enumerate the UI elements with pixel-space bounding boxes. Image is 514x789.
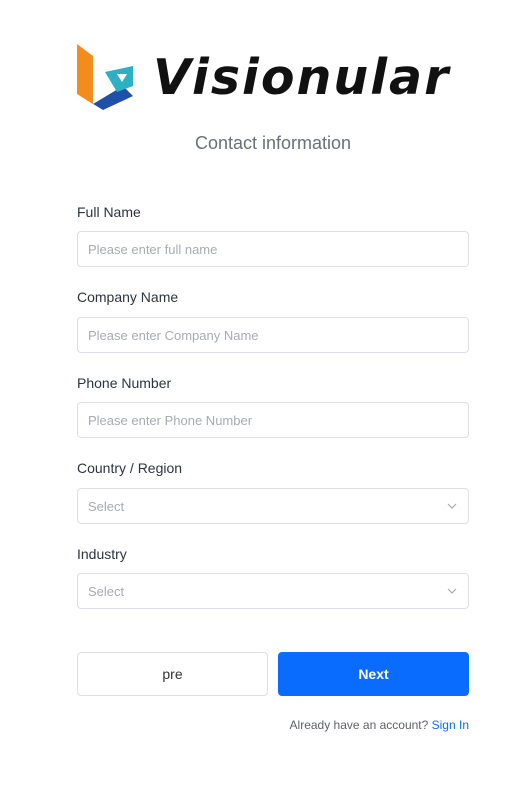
industry-selected-value: Select — [88, 583, 125, 599]
company-name-input[interactable] — [77, 317, 469, 353]
country-region-selected-value: Select — [88, 498, 125, 514]
brand-logo: Visionular — [77, 44, 469, 110]
full-name-label: Full Name — [77, 204, 141, 220]
already-have-account-text: Already have an account? — [289, 718, 429, 732]
full-name-input[interactable] — [77, 231, 469, 267]
company-name-label: Company Name — [77, 289, 179, 305]
pre-button[interactable]: pre — [77, 652, 268, 696]
phone-number-input[interactable] — [77, 402, 469, 438]
page-subtitle: Contact information — [194, 133, 352, 153]
industry-label: Industry — [77, 546, 127, 562]
sign-in-prompt: Already have an account? Sign In — [290, 718, 469, 732]
industry-select[interactable]: Select — [77, 573, 469, 609]
chevron-down-icon — [447, 588, 457, 594]
sign-in-link[interactable]: Sign In — [432, 718, 469, 732]
phone-number-label: Phone Number — [77, 375, 172, 391]
visionular-logo-mark-icon — [77, 44, 133, 110]
brand-wordmark: Visionular — [153, 48, 451, 106]
country-region-select[interactable]: Select — [77, 488, 469, 524]
contact-information-page: Visionular Contact information Full Name… — [0, 0, 514, 789]
next-button[interactable]: Next — [278, 652, 469, 696]
country-region-label: Country / Region — [77, 460, 183, 476]
chevron-down-icon — [447, 503, 457, 509]
